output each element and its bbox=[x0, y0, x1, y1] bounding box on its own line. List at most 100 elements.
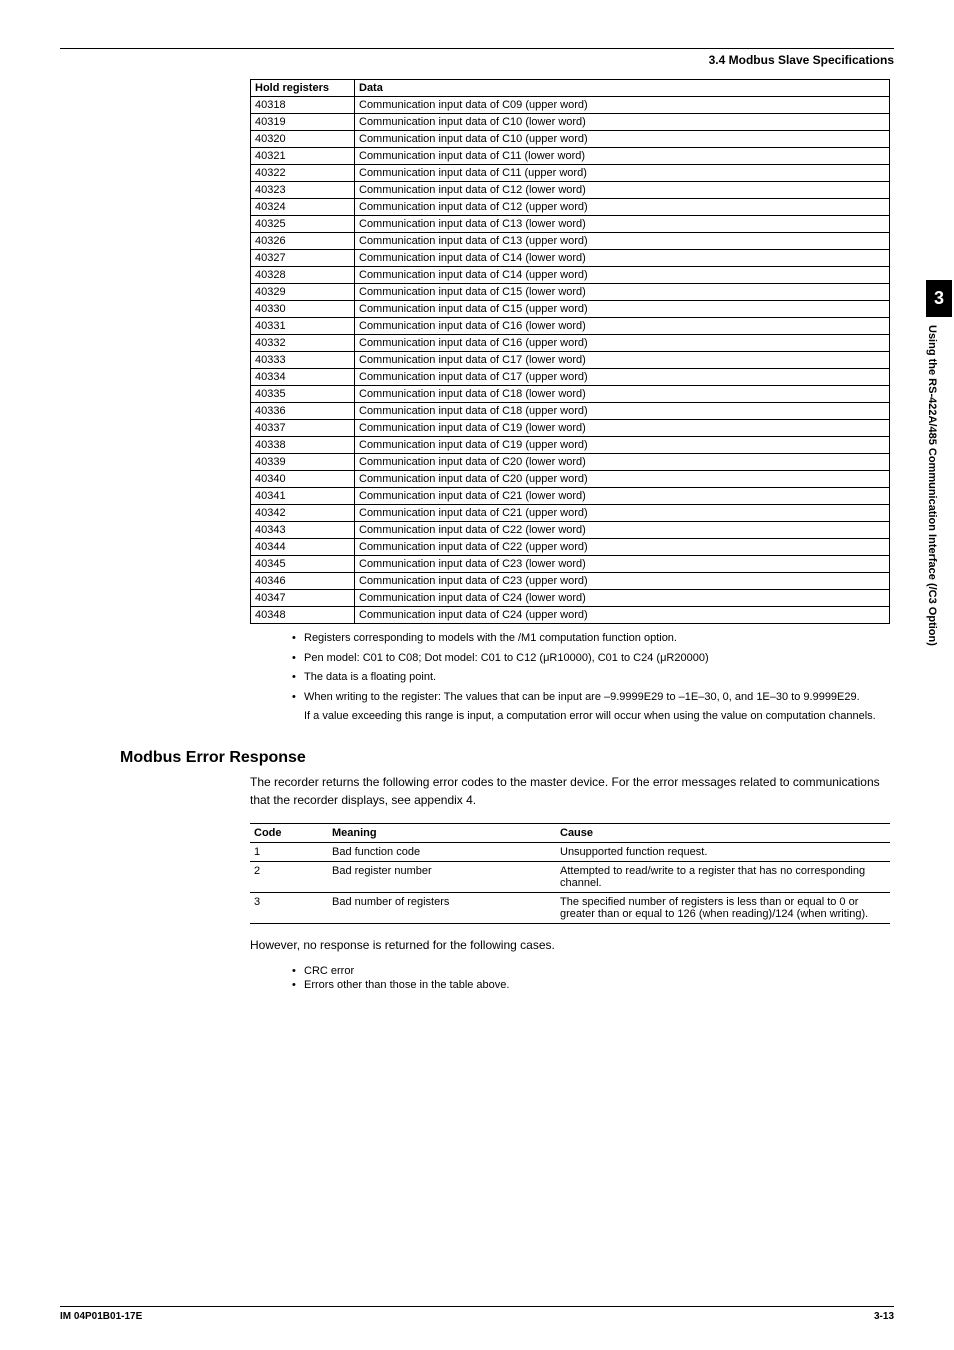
reg-cell: 40324 bbox=[251, 199, 355, 216]
reg-cell: 40346 bbox=[251, 573, 355, 590]
meaning-cell: Bad register number bbox=[328, 861, 556, 892]
data-cell: Communication input data of C19 (upper w… bbox=[355, 437, 890, 454]
reg-cell: 40329 bbox=[251, 284, 355, 301]
err-th-code: Code bbox=[250, 823, 328, 842]
table-row: 40346Communication input data of C23 (up… bbox=[251, 573, 890, 590]
table-row: 40338Communication input data of C19 (up… bbox=[251, 437, 890, 454]
data-cell: Communication input data of C22 (upper w… bbox=[355, 539, 890, 556]
reg-cell: 40326 bbox=[251, 233, 355, 250]
data-cell: Communication input data of C12 (upper w… bbox=[355, 199, 890, 216]
note-continuation: If a value exceeding this range is input… bbox=[290, 708, 894, 725]
reg-cell: 40340 bbox=[251, 471, 355, 488]
chapter-title: Using the RS-422A/485 Communication Inte… bbox=[926, 317, 942, 745]
code-cell: 1 bbox=[250, 842, 328, 861]
table-row: 40341Communication input data of C21 (lo… bbox=[251, 488, 890, 505]
data-cell: Communication input data of C20 (upper w… bbox=[355, 471, 890, 488]
reg-cell: 40331 bbox=[251, 318, 355, 335]
reg-cell: 40322 bbox=[251, 165, 355, 182]
reg-cell: 40330 bbox=[251, 301, 355, 318]
data-cell: Communication input data of C10 (upper w… bbox=[355, 131, 890, 148]
cause-cell: Attempted to read/write to a register th… bbox=[556, 861, 890, 892]
reg-cell: 40344 bbox=[251, 539, 355, 556]
reg-cell: 40345 bbox=[251, 556, 355, 573]
reg-cell: 40319 bbox=[251, 114, 355, 131]
note-item: Pen model: C01 to C08; Dot model: C01 to… bbox=[290, 650, 894, 667]
table-row: 40326Communication input data of C13 (up… bbox=[251, 233, 890, 250]
notes-list: Registers corresponding to models with t… bbox=[250, 630, 894, 725]
data-cell: Communication input data of C21 (upper w… bbox=[355, 505, 890, 522]
data-cell: Communication input data of C18 (lower w… bbox=[355, 386, 890, 403]
code-cell: 2 bbox=[250, 861, 328, 892]
data-cell: Communication input data of C22 (lower w… bbox=[355, 522, 890, 539]
reg-cell: 40321 bbox=[251, 148, 355, 165]
data-cell: Communication input data of C19 (lower w… bbox=[355, 420, 890, 437]
reg-cell: 40323 bbox=[251, 182, 355, 199]
data-cell: Communication input data of C15 (upper w… bbox=[355, 301, 890, 318]
post-list: CRC error Errors other than those in the… bbox=[250, 965, 894, 991]
reg-cell: 40334 bbox=[251, 369, 355, 386]
table-row: 40336Communication input data of C18 (up… bbox=[251, 403, 890, 420]
data-cell: Communication input data of C23 (lower w… bbox=[355, 556, 890, 573]
hold-registers-table: Hold registers Data 40318Communication i… bbox=[250, 79, 890, 624]
reg-cell: 40335 bbox=[251, 386, 355, 403]
table-row: 40328Communication input data of C14 (up… bbox=[251, 267, 890, 284]
data-cell: Communication input data of C10 (lower w… bbox=[355, 114, 890, 131]
section-header: 3.4 Modbus Slave Specifications bbox=[60, 53, 894, 67]
reg-cell: 40332 bbox=[251, 335, 355, 352]
data-cell: Communication input data of C16 (upper w… bbox=[355, 335, 890, 352]
meaning-cell: Bad number of registers bbox=[328, 892, 556, 923]
data-cell: Communication input data of C17 (lower w… bbox=[355, 352, 890, 369]
table-row: 2Bad register numberAttempted to read/wr… bbox=[250, 861, 890, 892]
reg-cell: 40348 bbox=[251, 607, 355, 624]
data-cell: Communication input data of C09 (upper w… bbox=[355, 97, 890, 114]
table-row: 40344Communication input data of C22 (up… bbox=[251, 539, 890, 556]
table-row: 40327Communication input data of C14 (lo… bbox=[251, 250, 890, 267]
reg-cell: 40320 bbox=[251, 131, 355, 148]
error-intro: The recorder returns the following error… bbox=[250, 773, 894, 809]
table-row: 40319Communication input data of C10 (lo… bbox=[251, 114, 890, 131]
note-item: Registers corresponding to models with t… bbox=[290, 630, 894, 647]
data-cell: Communication input data of C24 (lower w… bbox=[355, 590, 890, 607]
data-cell: Communication input data of C24 (upper w… bbox=[355, 607, 890, 624]
error-response-heading: Modbus Error Response bbox=[120, 749, 894, 767]
reg-cell: 40337 bbox=[251, 420, 355, 437]
data-cell: Communication input data of C13 (upper w… bbox=[355, 233, 890, 250]
hold-th-reg: Hold registers bbox=[251, 80, 355, 97]
err-th-meaning: Meaning bbox=[328, 823, 556, 842]
page-footer: IM 04P01B01-17E 3-13 bbox=[60, 1306, 894, 1322]
data-cell: Communication input data of C12 (lower w… bbox=[355, 182, 890, 199]
table-row: 40330Communication input data of C15 (up… bbox=[251, 301, 890, 318]
table-row: 40322Communication input data of C11 (up… bbox=[251, 165, 890, 182]
footer-left: IM 04P01B01-17E bbox=[60, 1311, 142, 1322]
data-cell: Communication input data of C17 (upper w… bbox=[355, 369, 890, 386]
data-cell: Communication input data of C23 (upper w… bbox=[355, 573, 890, 590]
data-cell: Communication input data of C14 (upper w… bbox=[355, 267, 890, 284]
table-row: 40342Communication input data of C21 (up… bbox=[251, 505, 890, 522]
err-th-cause: Cause bbox=[556, 823, 890, 842]
reg-cell: 40325 bbox=[251, 216, 355, 233]
data-cell: Communication input data of C14 (lower w… bbox=[355, 250, 890, 267]
table-row: 40334Communication input data of C17 (up… bbox=[251, 369, 890, 386]
table-row: 40347Communication input data of C24 (lo… bbox=[251, 590, 890, 607]
reg-cell: 40341 bbox=[251, 488, 355, 505]
table-row: 40324Communication input data of C12 (up… bbox=[251, 199, 890, 216]
table-row: 40340Communication input data of C20 (up… bbox=[251, 471, 890, 488]
code-cell: 3 bbox=[250, 892, 328, 923]
reg-cell: 40327 bbox=[251, 250, 355, 267]
table-row: 40329Communication input data of C15 (lo… bbox=[251, 284, 890, 301]
table-row: 40348Communication input data of C24 (up… bbox=[251, 607, 890, 624]
reg-cell: 40338 bbox=[251, 437, 355, 454]
reg-cell: 40339 bbox=[251, 454, 355, 471]
table-row: 40323Communication input data of C12 (lo… bbox=[251, 182, 890, 199]
table-row: 40321Communication input data of C11 (lo… bbox=[251, 148, 890, 165]
data-cell: Communication input data of C21 (lower w… bbox=[355, 488, 890, 505]
table-row: 40325Communication input data of C13 (lo… bbox=[251, 216, 890, 233]
table-row: 40337Communication input data of C19 (lo… bbox=[251, 420, 890, 437]
reg-cell: 40343 bbox=[251, 522, 355, 539]
reg-cell: 40342 bbox=[251, 505, 355, 522]
table-row: 40333Communication input data of C17 (lo… bbox=[251, 352, 890, 369]
reg-cell: 40336 bbox=[251, 403, 355, 420]
chapter-number: 3 bbox=[926, 280, 952, 317]
data-cell: Communication input data of C15 (lower w… bbox=[355, 284, 890, 301]
table-row: 40345Communication input data of C23 (lo… bbox=[251, 556, 890, 573]
